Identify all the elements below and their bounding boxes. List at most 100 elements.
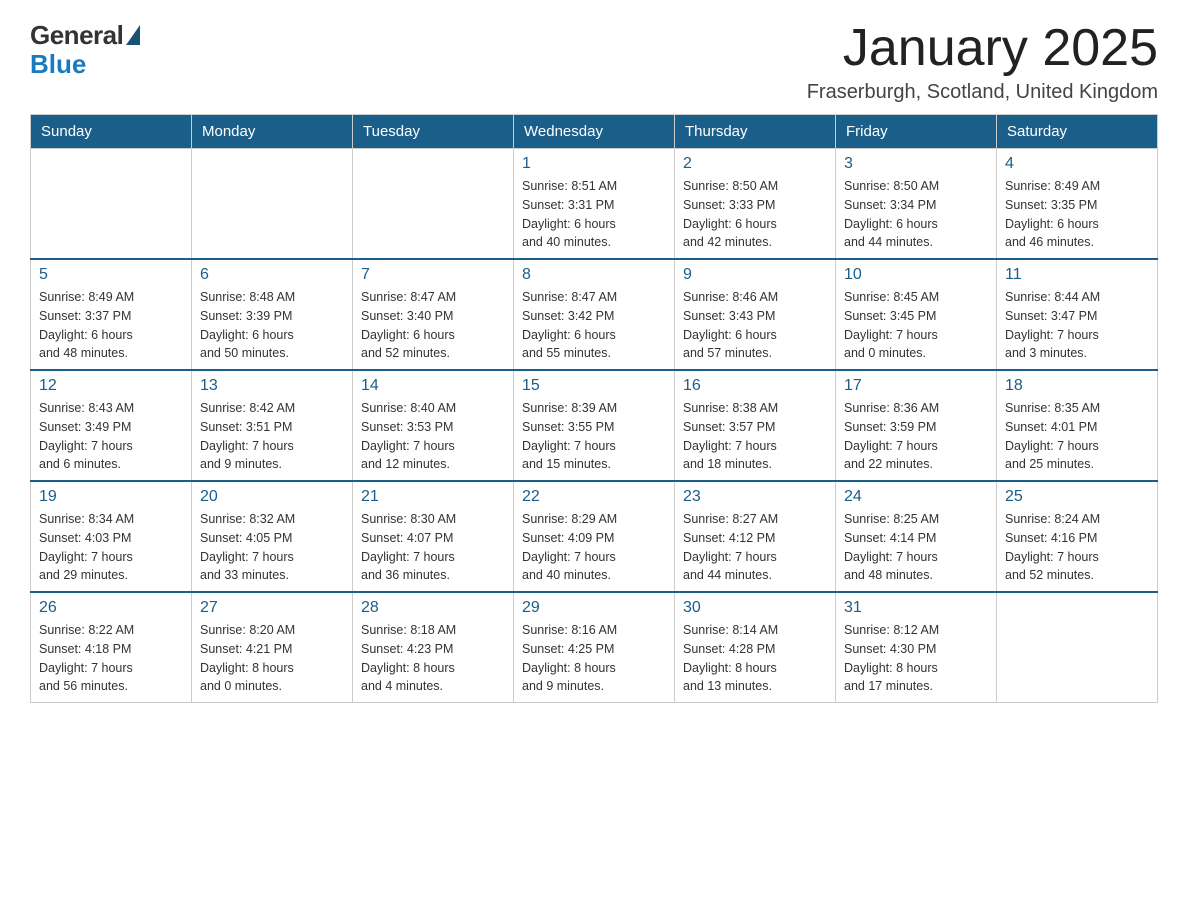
calendar-header-wednesday: Wednesday xyxy=(514,115,675,149)
day-info: Sunrise: 8:35 AM Sunset: 4:01 PM Dayligh… xyxy=(1005,399,1149,474)
location-subtitle: Fraserburgh, Scotland, United Kingdom xyxy=(807,81,1158,104)
day-info: Sunrise: 8:45 AM Sunset: 3:45 PM Dayligh… xyxy=(844,288,988,363)
day-info: Sunrise: 8:34 AM Sunset: 4:03 PM Dayligh… xyxy=(39,510,183,585)
logo-blue-text: Blue xyxy=(30,49,86,80)
calendar-cell: 5 Sunrise: 8:49 AM Sunset: 3:37 PM Daylig… xyxy=(31,259,192,370)
calendar-cell: 17 Sunrise: 8:36 AM Sunset: 3:59 PM Dayli… xyxy=(836,370,997,481)
day-info: Sunrise: 8:39 AM Sunset: 3:55 PM Dayligh… xyxy=(522,399,666,474)
day-number: 29 xyxy=(522,599,666,617)
calendar-cell: 26 Sunrise: 8:22 AM Sunset: 4:18 PM Dayli… xyxy=(31,592,192,703)
calendar-cell xyxy=(353,149,514,260)
day-number: 17 xyxy=(844,377,988,395)
calendar-cell: 20 Sunrise: 8:32 AM Sunset: 4:05 PM Dayli… xyxy=(192,481,353,592)
day-info: Sunrise: 8:14 AM Sunset: 4:28 PM Dayligh… xyxy=(683,621,827,696)
week-row-4: 19 Sunrise: 8:34 AM Sunset: 4:03 PM Dayli… xyxy=(31,481,1158,592)
calendar-cell: 22Sunrise: 8:29 AM Sunset: 4:09 PM Dayli… xyxy=(514,481,675,592)
day-info: Sunrise: 8:50 AM Sunset: 3:34 PM Dayligh… xyxy=(844,177,988,252)
day-info: Sunrise: 8:29 AM Sunset: 4:09 PM Dayligh… xyxy=(522,510,666,585)
calendar-cell: 1 Sunrise: 8:51 AM Sunset: 3:31 PM Daylig… xyxy=(514,149,675,260)
day-number: 14 xyxy=(361,377,505,395)
week-row-3: 12Sunrise: 8:43 AM Sunset: 3:49 PM Dayli… xyxy=(31,370,1158,481)
calendar-cell: 19 Sunrise: 8:34 AM Sunset: 4:03 PM Dayli… xyxy=(31,481,192,592)
day-number: 2 xyxy=(683,155,827,173)
day-info: Sunrise: 8:44 AM Sunset: 3:47 PM Dayligh… xyxy=(1005,288,1149,363)
day-info: Sunrise: 8:49 AM Sunset: 3:37 PM Dayligh… xyxy=(39,288,183,363)
day-number: 5 xyxy=(39,266,183,284)
day-info: Sunrise: 8:51 AM Sunset: 3:31 PM Dayligh… xyxy=(522,177,666,252)
calendar-table: SundayMondayTuesdayWednesdayThursdayFrid… xyxy=(30,114,1158,703)
day-info: Sunrise: 8:32 AM Sunset: 4:05 PM Dayligh… xyxy=(200,510,344,585)
calendar-cell: 13Sunrise: 8:42 AM Sunset: 3:51 PM Dayli… xyxy=(192,370,353,481)
calendar-header-tuesday: Tuesday xyxy=(353,115,514,149)
calendar-cell: 11 Sunrise: 8:44 AM Sunset: 3:47 PM Dayli… xyxy=(997,259,1158,370)
calendar-cell xyxy=(31,149,192,260)
day-info: Sunrise: 8:48 AM Sunset: 3:39 PM Dayligh… xyxy=(200,288,344,363)
day-info: Sunrise: 8:24 AM Sunset: 4:16 PM Dayligh… xyxy=(1005,510,1149,585)
calendar-cell: 28 Sunrise: 8:18 AM Sunset: 4:23 PM Dayli… xyxy=(353,592,514,703)
day-number: 25 xyxy=(1005,488,1149,506)
day-number: 6 xyxy=(200,266,344,284)
day-info: Sunrise: 8:36 AM Sunset: 3:59 PM Dayligh… xyxy=(844,399,988,474)
day-number: 1 xyxy=(522,155,666,173)
week-row-5: 26 Sunrise: 8:22 AM Sunset: 4:18 PM Dayli… xyxy=(31,592,1158,703)
day-info: Sunrise: 8:20 AM Sunset: 4:21 PM Dayligh… xyxy=(200,621,344,696)
calendar-cell: 27 Sunrise: 8:20 AM Sunset: 4:21 PM Dayli… xyxy=(192,592,353,703)
day-number: 27 xyxy=(200,599,344,617)
calendar-cell: 4 Sunrise: 8:49 AM Sunset: 3:35 PM Daylig… xyxy=(997,149,1158,260)
day-number: 23 xyxy=(683,488,827,506)
day-number: 3 xyxy=(844,155,988,173)
day-info: Sunrise: 8:27 AM Sunset: 4:12 PM Dayligh… xyxy=(683,510,827,585)
day-info: Sunrise: 8:43 AM Sunset: 3:49 PM Dayligh… xyxy=(39,399,183,474)
day-number: 10 xyxy=(844,266,988,284)
logo-general-text: General xyxy=(30,20,123,51)
day-info: Sunrise: 8:22 AM Sunset: 4:18 PM Dayligh… xyxy=(39,621,183,696)
calendar-cell: 29 Sunrise: 8:16 AM Sunset: 4:25 PM Dayli… xyxy=(514,592,675,703)
day-info: Sunrise: 8:47 AM Sunset: 3:40 PM Dayligh… xyxy=(361,288,505,363)
day-info: Sunrise: 8:40 AM Sunset: 3:53 PM Dayligh… xyxy=(361,399,505,474)
calendar-cell xyxy=(997,592,1158,703)
day-number: 28 xyxy=(361,599,505,617)
day-number: 26 xyxy=(39,599,183,617)
calendar-cell: 24 Sunrise: 8:25 AM Sunset: 4:14 PM Dayli… xyxy=(836,481,997,592)
logo-triangle-icon xyxy=(126,25,140,45)
day-info: Sunrise: 8:38 AM Sunset: 3:57 PM Dayligh… xyxy=(683,399,827,474)
calendar-cell: 23 Sunrise: 8:27 AM Sunset: 4:12 PM Dayli… xyxy=(675,481,836,592)
day-number: 24 xyxy=(844,488,988,506)
calendar-header-monday: Monday xyxy=(192,115,353,149)
calendar-cell: 3 Sunrise: 8:50 AM Sunset: 3:34 PM Daylig… xyxy=(836,149,997,260)
week-row-1: 1 Sunrise: 8:51 AM Sunset: 3:31 PM Daylig… xyxy=(31,149,1158,260)
day-number: 30 xyxy=(683,599,827,617)
day-info: Sunrise: 8:16 AM Sunset: 4:25 PM Dayligh… xyxy=(522,621,666,696)
calendar-cell: 8Sunrise: 8:47 AM Sunset: 3:42 PM Daylig… xyxy=(514,259,675,370)
day-number: 31 xyxy=(844,599,988,617)
day-info: Sunrise: 8:49 AM Sunset: 3:35 PM Dayligh… xyxy=(1005,177,1149,252)
calendar-header-sunday: Sunday xyxy=(31,115,192,149)
calendar-cell: 21Sunrise: 8:30 AM Sunset: 4:07 PM Dayli… xyxy=(353,481,514,592)
day-number: 20 xyxy=(200,488,344,506)
calendar-cell: 16Sunrise: 8:38 AM Sunset: 3:57 PM Dayli… xyxy=(675,370,836,481)
day-number: 19 xyxy=(39,488,183,506)
title-block: January 2025 Fraserburgh, Scotland, Unit… xyxy=(807,20,1158,104)
calendar-cell: 10 Sunrise: 8:45 AM Sunset: 3:45 PM Dayli… xyxy=(836,259,997,370)
calendar-cell xyxy=(192,149,353,260)
day-info: Sunrise: 8:12 AM Sunset: 4:30 PM Dayligh… xyxy=(844,621,988,696)
day-info: Sunrise: 8:18 AM Sunset: 4:23 PM Dayligh… xyxy=(361,621,505,696)
day-number: 18 xyxy=(1005,377,1149,395)
day-info: Sunrise: 8:50 AM Sunset: 3:33 PM Dayligh… xyxy=(683,177,827,252)
calendar-header-friday: Friday xyxy=(836,115,997,149)
calendar-cell: 18 Sunrise: 8:35 AM Sunset: 4:01 PM Dayli… xyxy=(997,370,1158,481)
day-info: Sunrise: 8:42 AM Sunset: 3:51 PM Dayligh… xyxy=(200,399,344,474)
day-number: 11 xyxy=(1005,266,1149,284)
calendar-header-thursday: Thursday xyxy=(675,115,836,149)
calendar-cell: 12Sunrise: 8:43 AM Sunset: 3:49 PM Dayli… xyxy=(31,370,192,481)
day-number: 9 xyxy=(683,266,827,284)
calendar-cell: 14 Sunrise: 8:40 AM Sunset: 3:53 PM Dayli… xyxy=(353,370,514,481)
day-number: 4 xyxy=(1005,155,1149,173)
calendar-header-saturday: Saturday xyxy=(997,115,1158,149)
calendar-cell: 25 Sunrise: 8:24 AM Sunset: 4:16 PM Dayli… xyxy=(997,481,1158,592)
day-info: Sunrise: 8:25 AM Sunset: 4:14 PM Dayligh… xyxy=(844,510,988,585)
calendar-header-row: SundayMondayTuesdayWednesdayThursdayFrid… xyxy=(31,115,1158,149)
week-row-2: 5 Sunrise: 8:49 AM Sunset: 3:37 PM Daylig… xyxy=(31,259,1158,370)
day-number: 21 xyxy=(361,488,505,506)
calendar-cell: 31 Sunrise: 8:12 AM Sunset: 4:30 PM Dayli… xyxy=(836,592,997,703)
